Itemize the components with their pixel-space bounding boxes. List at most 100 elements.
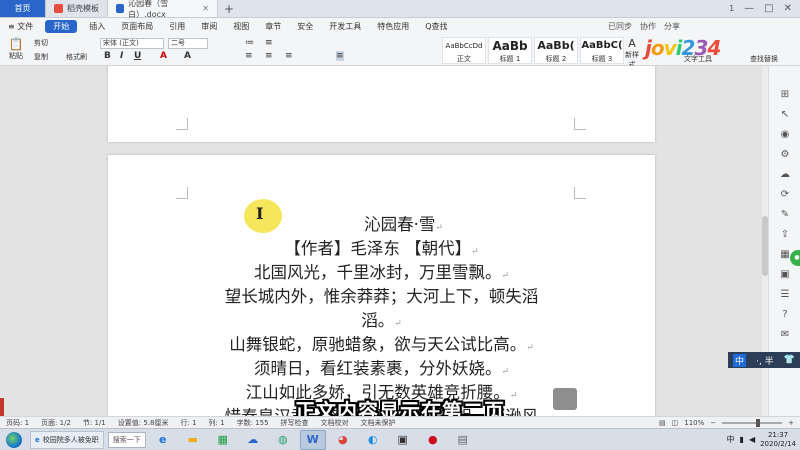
folder-icon[interactable]: ▬ <box>180 430 206 450</box>
style-heading-3-preview: AaBbC( <box>581 40 623 51</box>
close-tab-icon[interactable]: ✕ <box>202 4 209 13</box>
ime-toolbar[interactable]: 中 ·, 半 👕 <box>728 352 800 368</box>
zoom-slider[interactable] <box>722 418 783 427</box>
style-heading-2[interactable]: AaBb( 标题 2 <box>534 37 578 64</box>
tab-template[interactable]: 稻壳模板 <box>46 0 108 17</box>
italic-button[interactable]: I <box>120 51 123 61</box>
align-left-icon[interactable]: ≡ <box>245 51 253 61</box>
menu-page-layout[interactable]: 页面布局 <box>113 21 161 32</box>
ime-mode[interactable]: ·, 半 <box>756 354 774 367</box>
page-1[interactable] <box>108 66 655 142</box>
style-normal[interactable]: AaBbCcDd 正文 <box>442 37 486 64</box>
menu-start[interactable]: 开始 <box>45 20 78 33</box>
cut-button[interactable]: 剪切 <box>34 38 48 48</box>
record-icon[interactable]: ● <box>420 430 446 450</box>
find-replace-button[interactable]: 查找替换 <box>750 54 778 64</box>
web-view-icon[interactable]: ◫ <box>672 419 679 427</box>
align-center-icon[interactable]: ≡ <box>265 51 273 61</box>
shape-icon[interactable]: ◉ <box>778 128 792 142</box>
collaborate-button[interactable]: 协作 <box>640 21 656 32</box>
bullet-list-icon[interactable]: ≔ <box>245 38 254 48</box>
ie-taskbar-icon[interactable]: e <box>150 430 176 450</box>
justify-icon[interactable]: ≡ <box>336 51 344 61</box>
font-name-select[interactable]: 宋体 (正文) <box>100 38 164 49</box>
menu-section[interactable]: 章节 <box>257 21 289 32</box>
format-painter-button[interactable]: 格式刷 <box>66 52 87 62</box>
select-icon[interactable]: ↖ <box>778 108 792 122</box>
style-heading-3[interactable]: AaBbC( 标题 3 <box>580 37 624 64</box>
taskbar-search-button[interactable]: 搜索一下 <box>107 431 146 448</box>
navigation-icon[interactable]: ⊞ <box>778 88 792 102</box>
minimize-icon[interactable]: — <box>744 3 754 14</box>
menu-review[interactable]: 审阅 <box>193 21 225 32</box>
side-badge-icon[interactable]: ● <box>790 250 800 266</box>
chrome-icon[interactable]: ◕ <box>330 430 356 450</box>
bold-button[interactable]: B <box>104 51 111 61</box>
maximize-icon[interactable]: □ <box>764 3 773 14</box>
tools-icon[interactable]: ✎ <box>778 208 792 222</box>
menu-file[interactable]: ≡ 文件 <box>0 21 41 32</box>
help-icon[interactable]: ? <box>778 308 792 322</box>
property-icon[interactable]: ⚙ <box>778 148 792 162</box>
status-spell-check[interactable]: 拼写检查 <box>275 418 315 428</box>
font-size-select[interactable]: 二号 <box>168 38 208 49</box>
status-pages[interactable]: 页面: 1/2 <box>35 418 77 428</box>
tab-document[interactable]: 沁园春（雪白）.docx ✕ <box>108 0 218 19</box>
wps-writer-taskbar-icon[interactable]: W <box>299 429 326 450</box>
volume-icon[interactable]: ◀ <box>749 435 755 444</box>
tab-home[interactable]: 首页 <box>0 0 46 17</box>
menu-references[interactable]: 引用 <box>161 21 193 32</box>
image-icon[interactable]: ▣ <box>778 268 792 282</box>
number-list-icon[interactable]: ≡ <box>265 38 273 48</box>
copy-button[interactable]: 复制 <box>34 52 48 62</box>
qq-browser-icon[interactable]: ◐ <box>360 430 386 450</box>
style-heading-1[interactable]: AaBb 标题 1 <box>488 37 532 64</box>
image-viewer-icon[interactable]: ▣ <box>390 430 416 450</box>
status-doc-protect[interactable]: 文档未保护 <box>355 418 402 428</box>
new-tab-button[interactable]: + <box>218 0 240 17</box>
font-color-icon[interactable]: A <box>160 51 167 61</box>
network-icon[interactable]: ▮ <box>740 435 744 444</box>
tray-language[interactable]: 中 <box>727 434 735 445</box>
status-doc-proof[interactable]: 文档校对 <box>315 418 355 428</box>
zoom-level[interactable]: 110% <box>684 419 704 427</box>
feedback-icon[interactable]: ✉ <box>778 328 792 342</box>
menu-view[interactable]: 视图 <box>225 21 257 32</box>
ime-skin-icon[interactable]: 👕 <box>784 355 795 365</box>
taskbar-clock[interactable]: 21:37 2020/2/14 <box>760 431 796 449</box>
status-page-number: 页码: 1 <box>6 418 30 427</box>
cloud-icon[interactable]: ☁ <box>778 168 792 182</box>
ime-language[interactable]: 中 <box>733 353 747 367</box>
zoom-out-icon[interactable]: − <box>710 419 716 427</box>
underline-button[interactable]: U <box>134 51 141 61</box>
list-icon[interactable]: ☰ <box>778 288 792 302</box>
wechat-icon[interactable]: ◍ <box>270 430 296 450</box>
app-icon[interactable]: ▤ <box>450 430 476 450</box>
align-right-icon[interactable]: ≡ <box>285 51 293 61</box>
cloud-drive-icon[interactable]: ☁ <box>240 430 266 450</box>
page-2[interactable]: 沁园春·雪↵ 【作者】毛泽东 【朝代】↵ 北国风光，千里冰封，万里雪飘。↵ 望长… <box>108 155 655 416</box>
backup-icon[interactable]: ⟳ <box>778 188 792 202</box>
sync-status[interactable]: 已同步 <box>608 21 632 32</box>
share-button[interactable]: 分享 <box>664 21 680 32</box>
view-mode-icon[interactable]: ▤ <box>659 419 666 427</box>
zoom-slider-knob[interactable] <box>756 418 761 427</box>
menu-find[interactable]: Q查找 <box>417 21 455 32</box>
menu-security[interactable]: 安全 <box>289 21 321 32</box>
document-canvas[interactable]: 沁园春·雪↵ 【作者】毛泽东 【朝代】↵ 北国风光，千里冰封，万里雪飘。↵ 望长… <box>0 66 765 416</box>
cut-label: 剪切 <box>34 39 48 47</box>
restore-badge[interactable]: 1 <box>729 4 734 13</box>
highlight-icon[interactable]: A <box>184 51 191 61</box>
close-icon[interactable]: ✕ <box>784 3 792 14</box>
format-painter-label: 格式刷 <box>66 53 87 61</box>
menu-developer[interactable]: 开发工具 <box>321 21 369 32</box>
taskbar-window-browser[interactable]: e 校园院多人被免职 <box>30 430 104 449</box>
menu-features[interactable]: 特色应用 <box>369 21 417 32</box>
status-word-count[interactable]: 字数: 155 <box>231 418 275 428</box>
zoom-in-icon[interactable]: + <box>788 419 794 427</box>
share-icon[interactable]: ⇪ <box>778 228 792 242</box>
paste-button[interactable]: 📋 粘贴 <box>6 37 26 61</box>
menu-insert[interactable]: 插入 <box>81 21 113 32</box>
start-button[interactable] <box>0 429 28 450</box>
excel-icon[interactable]: ▦ <box>210 430 236 450</box>
